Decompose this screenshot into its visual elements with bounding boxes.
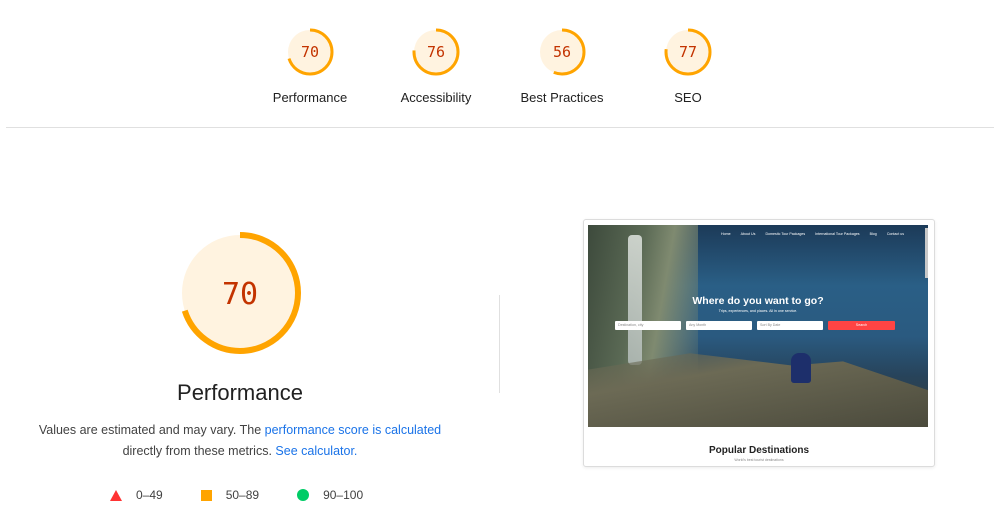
legend-fail-label: 0–49	[136, 488, 163, 502]
legend-pass: 90–100	[297, 488, 363, 502]
performance-note: Values are estimated and may vary. The p…	[30, 420, 450, 462]
nav-domestic: Domestic Tour Packages	[765, 232, 806, 236]
performance-title: Performance	[177, 380, 303, 405]
screenshot-field-sort: Sort By Date	[757, 321, 823, 330]
category-accessibility[interactable]: 76 Accessibility	[376, 26, 496, 105]
category-scores-header: 70 Performance 76 Accessibility 56 Best …	[0, 0, 1000, 128]
header-divider	[6, 127, 994, 128]
circle-icon	[297, 489, 310, 501]
person-shape	[791, 353, 811, 383]
screenshot-headline: Where do you want to go?	[692, 295, 824, 307]
vertical-divider	[499, 295, 500, 393]
square-icon	[200, 489, 212, 501]
nav-blog: Blog	[869, 232, 877, 236]
best-practices-gauge: 56	[538, 28, 586, 76]
note-text-1: Values are estimated and may vary. The	[38, 423, 265, 437]
legend-fail: 0–49	[110, 488, 163, 502]
accessibility-label: Accessibility	[400, 90, 472, 105]
nav-about: About Us	[740, 232, 756, 236]
performance-score-link[interactable]: performance score is calculated	[265, 423, 441, 437]
legend-average-label: 50–89	[225, 488, 260, 502]
best-practices-label: Best Practices	[520, 90, 604, 105]
category-seo[interactable]: 77 SEO	[628, 26, 748, 105]
screenshot-section-title: Popular Destinations	[708, 445, 809, 456]
category-best-practices[interactable]: 56 Best Practices	[502, 26, 622, 105]
accessibility-score: 76	[427, 43, 445, 61]
seo-gauge: 77	[664, 28, 712, 76]
legend-pass-label: 90–100	[323, 488, 364, 502]
category-performance[interactable]: 70 Performance	[250, 26, 370, 105]
screenshot-field-destination: Destination, city	[615, 321, 681, 330]
screenshot-section-subtitle: World's best tourist destinations	[734, 458, 784, 462]
screenshot-nav: Home About Us Domestic Tour Packages Int…	[711, 232, 904, 236]
performance-big-score: 70	[222, 277, 258, 312]
performance-gauge: 70	[286, 28, 334, 76]
note-text-2: directly from these metrics.	[122, 444, 276, 458]
screenshot-field-month: Any Month	[686, 321, 752, 330]
seo-label: SEO	[674, 90, 702, 105]
nav-international: International Tour Packages	[815, 232, 860, 236]
performance-score: 70	[301, 43, 319, 61]
screenshot-subtitle: Trips, experiences, and places. All in o…	[718, 309, 798, 313]
accessibility-gauge: 76	[412, 28, 460, 76]
score-legend: 0–49 50–89 90–100	[110, 488, 401, 502]
final-screenshot[interactable]: Home About Us Domestic Tour Packages Int…	[583, 219, 935, 467]
nav-home: Home	[721, 232, 731, 236]
nav-contact: Contact us	[886, 232, 904, 236]
performance-big-gauge: 70	[179, 232, 301, 354]
see-calculator-link[interactable]: See calculator.	[275, 444, 357, 458]
triangle-icon	[110, 489, 122, 501]
best-practices-score: 56	[553, 43, 571, 61]
legend-average: 50–89	[200, 488, 260, 502]
seo-score: 77	[679, 43, 697, 61]
performance-summary: 70 Performance Values are estimated and …	[30, 228, 450, 462]
screenshot-hero-image: Home About Us Domestic Tour Packages Int…	[588, 225, 928, 427]
screenshot-search-bar: Destination, city Any Month Sort By Date…	[615, 321, 895, 330]
screenshot-search-button: Search	[828, 321, 895, 330]
performance-label: Performance	[272, 90, 348, 105]
screenshot-scrollbar	[925, 228, 928, 278]
